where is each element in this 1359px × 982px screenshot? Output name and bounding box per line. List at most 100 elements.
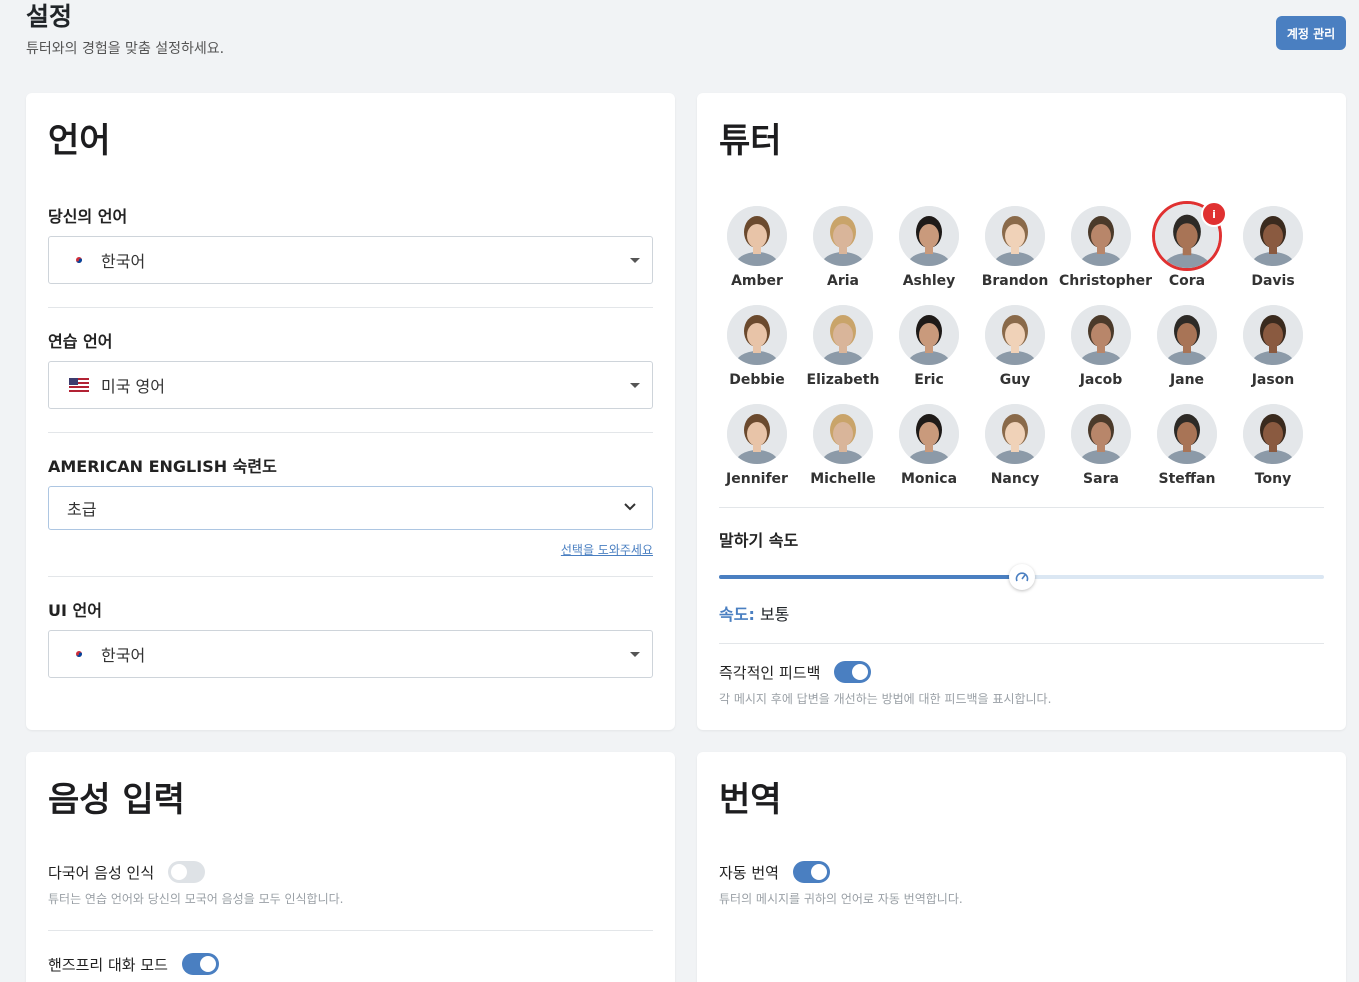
tutor-name: Ashley [902,273,956,289]
portrait-icon [813,305,873,365]
tutor-name: Jennifer [726,471,788,487]
portrait-icon [899,206,959,266]
tutor-jacob[interactable]: Jacob [1059,305,1143,388]
speed-prefix: 속도: [719,605,755,624]
tutor-avatar[interactable] [727,404,787,464]
practice-language-select[interactable]: 미국 영어 [48,361,653,409]
tutor-name: Christopher [1059,273,1152,289]
tutor-avatar[interactable] [813,305,873,365]
portrait-icon [1071,305,1131,365]
tutor-avatar[interactable] [727,206,787,266]
tutor-name: Elizabeth [806,372,880,388]
multilang-toggle[interactable] [168,861,206,883]
speed-slider[interactable] [719,564,1324,590]
tutor-guy[interactable]: Guy [973,305,1057,388]
practice-language-value: 미국 영어 [101,377,165,396]
page-title: 설정 [26,2,73,31]
tutor-aria[interactable]: Aria [801,206,885,289]
tutor-name: Tony [1254,471,1292,487]
feedback-description: 각 메시지 후에 답변을 개선하는 방법에 대한 피드백을 표시합니다. [719,692,1052,706]
your-language-select[interactable]: 한국어 [48,236,653,284]
tutor-name: Jason [1251,372,1295,388]
proficiency-value: 초급 [67,500,97,519]
speed-label: 말하기 속도 [719,531,799,550]
tutor-brandon[interactable]: Brandon [973,206,1057,289]
tutor-tony[interactable]: Tony [1231,404,1315,487]
tutor-avatar[interactable] [1243,305,1303,365]
auto-translate-toggle[interactable] [792,861,830,883]
proficiency-select[interactable]: 초급 [48,486,653,530]
tutor-avatar[interactable] [1071,305,1131,365]
tutor-avatar[interactable] [1071,206,1131,266]
tutor-elizabeth[interactable]: Elizabeth [801,305,885,388]
ui-language-value: 한국어 [101,646,146,665]
caret-down-icon [630,652,640,657]
your-language-label: 당신의 언어 [48,207,128,226]
toggle-knob [171,864,188,880]
speed-slider-handle[interactable] [1008,564,1035,590]
portrait-icon [985,305,1045,365]
auto-translate-row: 자동 번역 [719,861,830,883]
tutor-nancy[interactable]: Nancy [973,404,1057,487]
manage-account-button[interactable]: 계정 관리 [1276,16,1346,50]
tutor-jane[interactable]: Jane [1145,305,1229,388]
tutor-michelle[interactable]: Michelle [801,404,885,487]
tutor-cora[interactable]: i Cora [1145,201,1229,289]
tutor-avatar[interactable] [985,206,1045,266]
feedback-row: 즉각적인 피드백 [719,661,872,683]
tutor-name: Brandon [981,273,1049,289]
multilang-row: 다국어 음성 인식 [48,861,206,883]
tutor-jason[interactable]: Jason [1231,305,1315,388]
language-card: 언어 당신의 언어 한국어 연습 언어 미국 영어 AMERICAN ENGLI… [26,93,675,730]
tutor-eric[interactable]: Eric [887,305,971,388]
caret-down-icon [630,258,640,263]
portrait-icon [985,206,1045,266]
us-flag-icon [69,378,89,392]
toggle-knob [199,956,216,972]
tutor-avatar[interactable] [1243,206,1303,266]
handsfree-toggle[interactable] [181,953,219,975]
ui-language-select[interactable]: 한국어 [48,630,653,678]
tutor-davis[interactable]: Davis [1231,206,1315,289]
feedback-toggle[interactable] [834,661,872,683]
tutor-amber[interactable]: Amber [715,206,799,289]
tutor-name: Jacob [1079,372,1123,388]
tutor-avatar[interactable] [1157,305,1217,365]
practice-language-label: 연습 언어 [48,332,113,351]
tutor-debbie[interactable]: Debbie [715,305,799,388]
divider [48,307,653,308]
tutor-name: Aria [827,273,859,289]
tutor-name: Michelle [810,471,876,487]
tutor-name: Debbie [729,372,785,388]
divider [48,432,653,433]
tutor-avatar[interactable] [1243,404,1303,464]
tutor-steffan[interactable]: Steffan [1145,404,1229,487]
tutor-ashley[interactable]: Ashley [887,206,971,289]
speed-readout: 속도: 보통 [719,601,789,625]
tutor-name: Monica [900,471,958,487]
help-choose-link[interactable]: 선택을 도와주세요 [561,541,653,558]
info-badge-icon[interactable]: i [1201,201,1227,227]
tutor-name: Davis [1251,273,1295,289]
language-card-title: 언어 [48,121,111,161]
tutor-avatar[interactable] [985,305,1045,365]
tutor-monica[interactable]: Monica [887,404,971,487]
tutor-christopher[interactable]: Christopher [1059,206,1152,289]
tutor-avatar[interactable] [985,404,1045,464]
tutor-avatar[interactable] [899,206,959,266]
tutor-avatar[interactable] [727,305,787,365]
tutor-name: Eric [914,372,944,388]
portrait-icon [727,206,787,266]
tutor-jennifer[interactable]: Jennifer [715,404,799,487]
tutor-avatar[interactable] [899,305,959,365]
handsfree-label: 핸즈프리 대화 모드 [48,955,168,974]
tutor-sara[interactable]: Sara [1059,404,1143,487]
tutor-avatar[interactable] [813,206,873,266]
tutor-avatar[interactable] [1071,404,1131,464]
tutor-avatar[interactable] [1157,404,1217,464]
tutor-avatar[interactable] [899,404,959,464]
ui-language-label: UI 언어 [48,601,102,620]
divider [719,643,1324,644]
tutor-avatar[interactable] [813,404,873,464]
translation-card-title: 번역 [719,780,782,820]
